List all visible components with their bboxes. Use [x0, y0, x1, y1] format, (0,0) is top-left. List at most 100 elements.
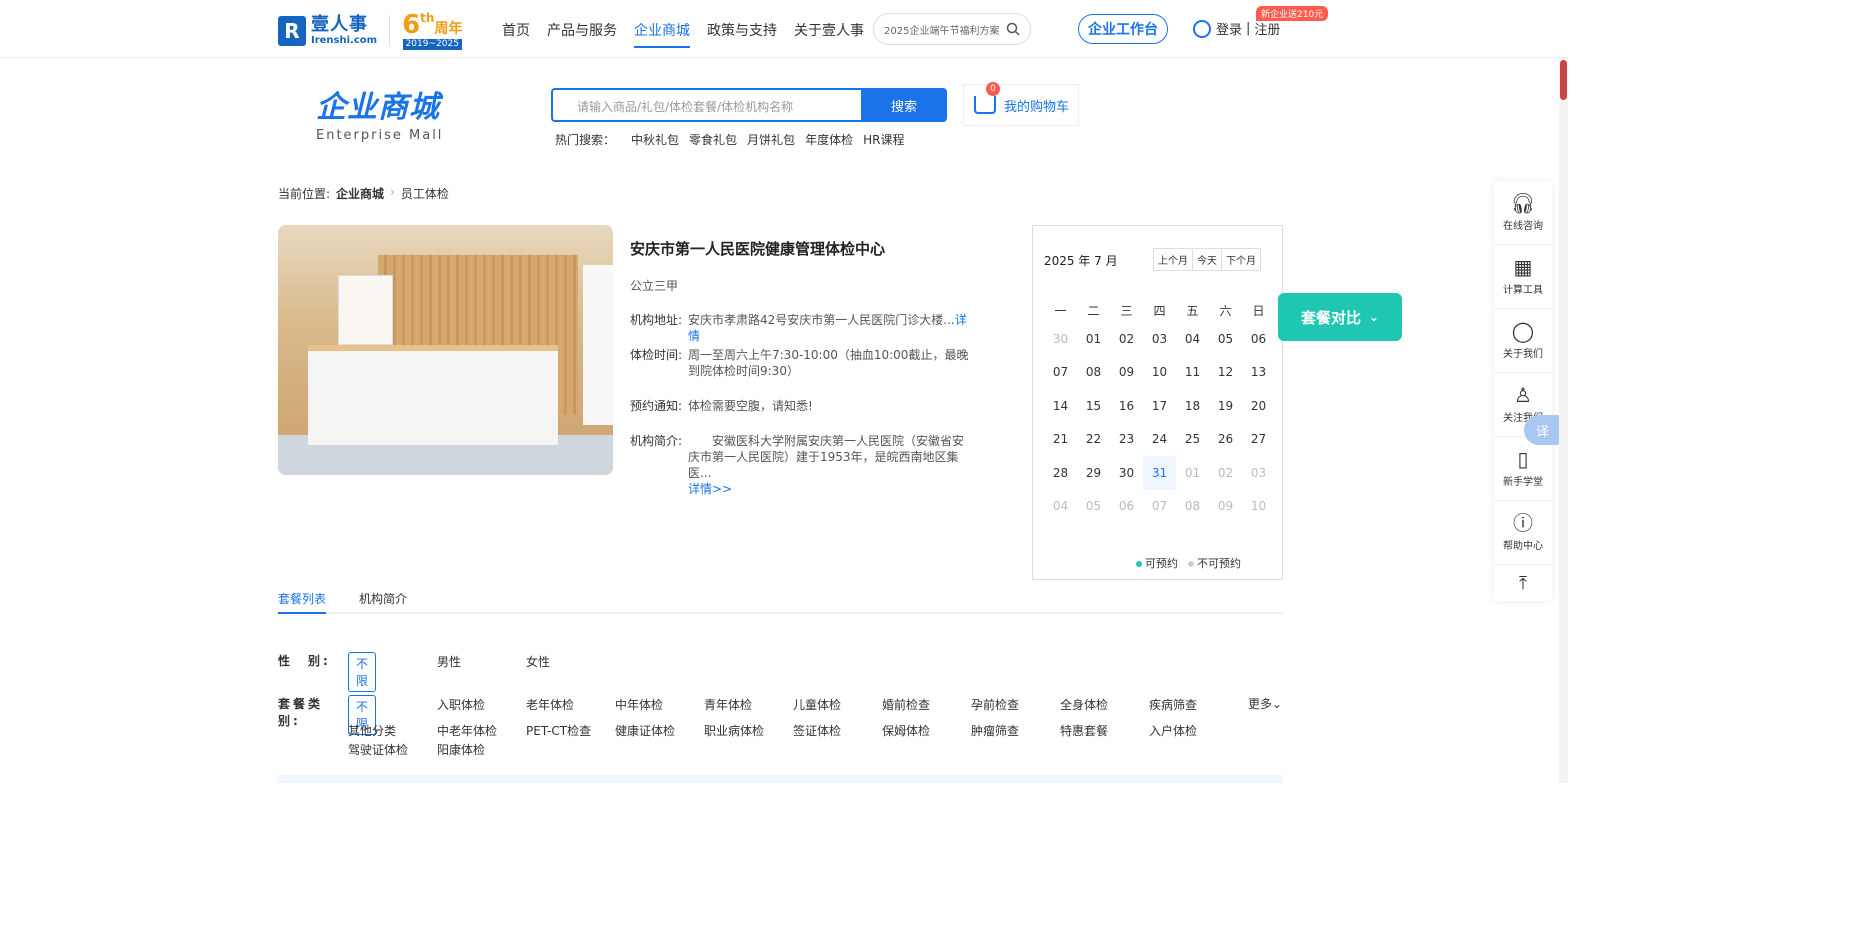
hot-item[interactable]: 月饼礼包	[747, 131, 795, 148]
calendar-day[interactable]: 06	[1110, 490, 1143, 524]
breadcrumb-mall[interactable]: 企业商城	[336, 185, 384, 202]
nav-products[interactable]: 产品与服务	[547, 20, 617, 48]
calendar-day[interactable]: 10	[1242, 490, 1275, 524]
type-option[interactable]: 保姆体检	[882, 722, 930, 739]
more-filter-link[interactable]: 更多⌄	[1248, 695, 1282, 712]
mall-search-button[interactable]: 搜索	[861, 88, 947, 122]
calendar-day[interactable]: 10	[1143, 356, 1176, 390]
type-option[interactable]: 肿瘤筛查	[971, 722, 1019, 739]
hot-item[interactable]: 零食礼包	[689, 131, 737, 148]
nav-about[interactable]: 关于壹人事	[794, 20, 864, 48]
back-to-top-icon[interactable]: ⤒	[1494, 565, 1552, 601]
gender-option-all[interactable]: 不限	[348, 652, 377, 692]
calendar-day[interactable]: 23	[1110, 423, 1143, 457]
calendar-day[interactable]: 06	[1242, 322, 1275, 356]
type-option[interactable]: 阳康体检	[437, 741, 485, 758]
calendar-day[interactable]: 21	[1044, 423, 1077, 457]
gender-option[interactable]: 男性	[437, 653, 461, 670]
sidebar-consult[interactable]: 🎧︎ 在线咨询	[1494, 181, 1552, 245]
intro-detail-link[interactable]: 详情>>	[688, 481, 973, 497]
type-option[interactable]: 中老年体检	[437, 722, 497, 739]
calendar-day[interactable]: 05	[1209, 322, 1242, 356]
search-icon[interactable]	[1006, 22, 1020, 36]
calendar-day[interactable]: 08	[1077, 356, 1110, 390]
workbench-button[interactable]: 企业工作台	[1078, 14, 1168, 44]
calendar-day[interactable]: 14	[1044, 389, 1077, 423]
calendar-day[interactable]: 22	[1077, 423, 1110, 457]
hot-item[interactable]: HR课程	[863, 131, 904, 148]
type-option[interactable]: 入职体检	[437, 696, 485, 713]
calendar-day[interactable]: 02	[1110, 322, 1143, 356]
nav-home[interactable]: 首页	[502, 20, 530, 48]
calendar-day[interactable]: 13	[1242, 356, 1275, 390]
scrollbar-thumb[interactable]	[1560, 60, 1567, 100]
type-option[interactable]: 婚前检查	[882, 696, 930, 713]
calendar-day[interactable]: 04	[1044, 490, 1077, 524]
calendar-day-today[interactable]: 31	[1143, 456, 1176, 490]
calendar-day[interactable]: 28	[1044, 456, 1077, 490]
type-option[interactable]: 孕前检查	[971, 696, 1019, 713]
calendar-day[interactable]: 16	[1110, 389, 1143, 423]
hot-item[interactable]: 年度体检	[805, 131, 853, 148]
calendar-day[interactable]: 02	[1209, 456, 1242, 490]
calendar-day[interactable]: 08	[1176, 490, 1209, 524]
calendar-day[interactable]: 04	[1176, 322, 1209, 356]
nav-policy[interactable]: 政策与支持	[707, 20, 777, 48]
calendar-day[interactable]: 30	[1110, 456, 1143, 490]
calendar-day[interactable]: 29	[1077, 456, 1110, 490]
prev-month-button[interactable]: 上个月	[1154, 249, 1193, 270]
calendar-day[interactable]: 12	[1209, 356, 1242, 390]
calendar-day[interactable]: 24	[1143, 423, 1176, 457]
tab-institution-intro[interactable]: 机构简介	[359, 590, 407, 612]
sidebar-tools[interactable]: ▦ 计算工具	[1494, 245, 1552, 309]
calendar-day[interactable]: 18	[1176, 389, 1209, 423]
package-compare-button[interactable]: 套餐对比 ⌄	[1278, 293, 1402, 341]
top-search-input[interactable]: 2025企业端午节福利方案	[873, 13, 1031, 45]
register-link[interactable]: 注册	[1254, 19, 1280, 38]
gender-option[interactable]: 女性	[526, 653, 550, 670]
type-option[interactable]: 健康证体检	[615, 722, 675, 739]
next-month-button[interactable]: 下个月	[1222, 249, 1260, 270]
type-option[interactable]: 青年体检	[704, 696, 752, 713]
calendar-day[interactable]: 25	[1176, 423, 1209, 457]
sidebar-school[interactable]: ▯ 新手学堂	[1494, 437, 1552, 501]
cart-button[interactable]: 0 我的购物车	[963, 82, 1079, 126]
type-option[interactable]: 驾驶证体检	[348, 741, 408, 758]
calendar-day[interactable]: 26	[1209, 423, 1242, 457]
type-option[interactable]: 老年体检	[526, 696, 574, 713]
calendar-day[interactable]: 15	[1077, 389, 1110, 423]
type-option[interactable]: 中年体检	[615, 696, 663, 713]
calendar-day[interactable]: 09	[1110, 356, 1143, 390]
calendar-day[interactable]: 07	[1143, 490, 1176, 524]
today-button[interactable]: 今天	[1193, 249, 1222, 270]
type-option[interactable]: 入户体检	[1149, 722, 1197, 739]
type-option[interactable]: PET-CT检查	[526, 722, 591, 739]
translate-button[interactable]: 译	[1524, 415, 1561, 445]
calendar-day[interactable]: 11	[1176, 356, 1209, 390]
calendar-day[interactable]: 20	[1242, 389, 1275, 423]
type-option[interactable]: 全身体检	[1060, 696, 1108, 713]
calendar-day[interactable]: 01	[1077, 322, 1110, 356]
calendar-day[interactable]: 01	[1176, 456, 1209, 490]
calendar-day[interactable]: 03	[1143, 322, 1176, 356]
scrollbar-track[interactable]	[1559, 58, 1568, 783]
type-option[interactable]: 疾病筛查	[1149, 696, 1197, 713]
hot-item[interactable]: 中秋礼包	[631, 131, 679, 148]
calendar-day[interactable]: 17	[1143, 389, 1176, 423]
calendar-day[interactable]: 05	[1077, 490, 1110, 524]
calendar-day[interactable]: 30	[1044, 322, 1077, 356]
type-option[interactable]: 儿童体检	[793, 696, 841, 713]
login-link[interactable]: 登录	[1216, 19, 1242, 38]
calendar-day[interactable]: 03	[1242, 456, 1275, 490]
mall-search-input[interactable]: 请输入商品/礼包/体检套餐/体检机构名称	[551, 88, 861, 122]
type-option[interactable]: 其他分类	[348, 722, 396, 739]
type-option[interactable]: 签证体检	[793, 722, 841, 739]
nav-mall[interactable]: 企业商城	[634, 20, 690, 48]
type-option[interactable]: 特惠套餐	[1060, 722, 1108, 739]
type-option[interactable]: 职业病体检	[704, 722, 764, 739]
calendar-day[interactable]: 27	[1242, 423, 1275, 457]
sidebar-about[interactable]: ◯ 关于我们	[1494, 309, 1552, 373]
site-logo[interactable]: R 壹人事 Irenshi.com 6th周年 2019~2025	[278, 12, 462, 50]
calendar-day[interactable]: 07	[1044, 356, 1077, 390]
sidebar-help[interactable]: ⓘ 帮助中心	[1494, 501, 1552, 565]
